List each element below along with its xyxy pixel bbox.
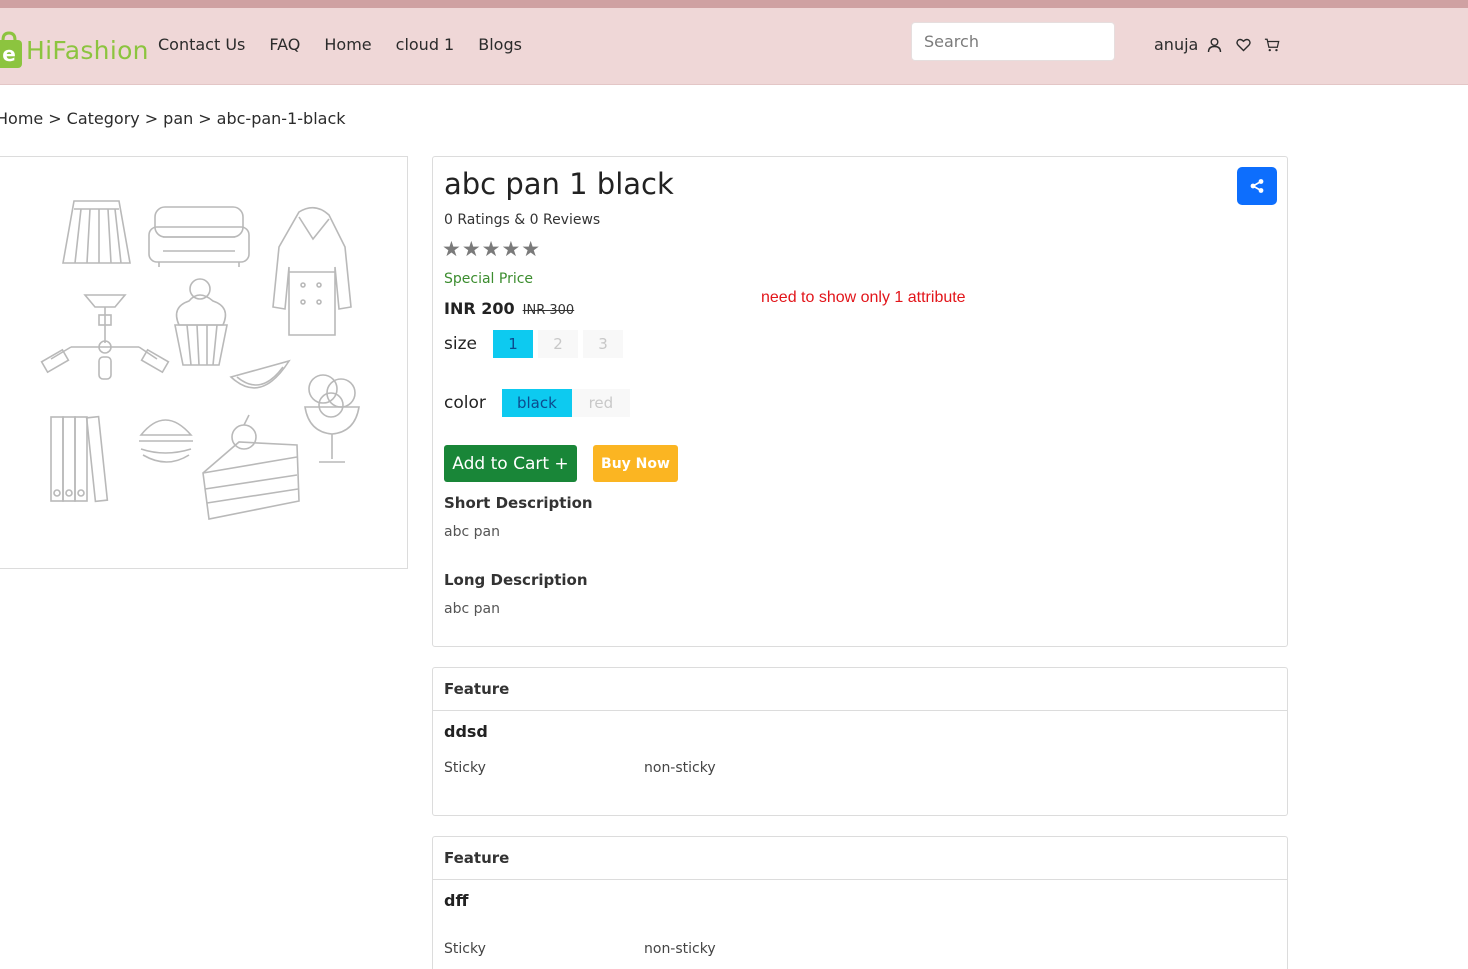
main-nav: Contact Us FAQ Home cloud 1 Blogs — [158, 35, 546, 55]
color-label: color — [444, 393, 486, 413]
price-block: INR 200 INR 300 — [444, 299, 574, 318]
nav-home[interactable]: Home — [324, 35, 371, 55]
breadcrumb-pan[interactable]: pan — [163, 109, 193, 128]
buy-now-button[interactable]: Buy Now — [593, 445, 678, 482]
share-button[interactable] — [1237, 167, 1277, 205]
size-option-2[interactable]: 2 — [537, 330, 578, 358]
size-selector: size 1 2 3 — [444, 330, 623, 358]
nav-blogs[interactable]: Blogs — [478, 35, 522, 55]
original-price: INR 300 — [522, 303, 575, 318]
burger-icon — [139, 419, 193, 463]
feature-title: ddsd — [444, 722, 488, 741]
feature-key: Sticky — [444, 941, 486, 957]
watermelon-icon — [229, 359, 291, 389]
cart-icon[interactable] — [1264, 36, 1280, 54]
star-rating[interactable]: ★★★★★ — [442, 236, 541, 262]
breadcrumb-home[interactable]: Home — [0, 109, 43, 128]
feature-header: Feature — [433, 668, 1287, 711]
brand-name: HiFashion — [26, 35, 149, 65]
size-option-3[interactable]: 3 — [582, 330, 623, 358]
share-icon — [1250, 179, 1264, 193]
cupcake-icon — [174, 278, 228, 366]
size-label: size — [444, 334, 477, 354]
long-description-text: abc pan — [444, 601, 500, 617]
svg-text:e: e — [2, 42, 16, 66]
nav-contact-us[interactable]: Contact Us — [158, 35, 245, 55]
nav-faq[interactable]: FAQ — [269, 35, 300, 55]
cake-slice-icon — [202, 414, 300, 520]
books-icon — [50, 415, 109, 503]
product-title: abc pan 1 black — [444, 167, 674, 201]
long-description-heading: Long Description — [444, 571, 588, 589]
feature-key: Sticky — [444, 760, 486, 776]
navbar: e HiFashion Contact Us FAQ Home cloud 1 … — [0, 8, 1468, 85]
breadcrumb-category[interactable]: Category — [67, 109, 140, 128]
feature-value: non-sticky — [644, 941, 716, 957]
shopping-bag-logo-icon: e — [0, 31, 24, 69]
user-name[interactable]: anuja — [1154, 35, 1198, 54]
nav-cloud-1[interactable]: cloud 1 — [396, 35, 455, 55]
ice-cream-cup-icon — [304, 374, 360, 463]
ratings-summary: 0 Ratings & 0 Reviews — [444, 212, 601, 228]
color-selector: color black red — [444, 389, 630, 417]
sofa-icon — [148, 206, 250, 267]
feature-header: Feature — [433, 837, 1287, 880]
color-option-black[interactable]: black — [501, 389, 572, 417]
feature-title: dff — [444, 891, 469, 910]
feature-card: Feature dff Sticky non-sticky — [432, 836, 1288, 969]
breadcrumb-separator: > — [144, 109, 159, 128]
feature-card: Feature ddsd Sticky non-sticky — [432, 667, 1288, 816]
search-input[interactable] — [911, 22, 1115, 61]
coat-icon — [272, 206, 352, 336]
size-option-1[interactable]: 1 — [492, 330, 533, 358]
breadcrumb-current: abc-pan-1-black — [216, 109, 346, 128]
special-price-label: Special Price — [444, 271, 534, 287]
feature-value: non-sticky — [644, 760, 716, 776]
breadcrumb-separator: > — [198, 109, 212, 128]
product-detail-card: abc pan 1 black 0 Ratings & 0 Reviews ★★… — [432, 156, 1288, 647]
heart-icon[interactable] — [1235, 36, 1251, 54]
color-option-red[interactable]: red — [571, 389, 630, 417]
ceiling-lamp-icon — [40, 294, 170, 380]
user-icon[interactable] — [1206, 36, 1222, 54]
product-image[interactable] — [0, 156, 408, 569]
breadcrumb: Home > Category > pan > abc-pan-1-black — [0, 109, 346, 128]
annotation-note: need to show only 1 attribute — [761, 289, 966, 306]
short-description-text: abc pan — [444, 524, 500, 540]
top-accent-strip — [0, 0, 1468, 8]
current-price: INR 200 — [444, 299, 515, 318]
add-to-cart-button[interactable]: Add to Cart + — [444, 445, 577, 482]
skirt-icon — [62, 200, 131, 264]
brand-logo[interactable]: e HiFashion — [0, 28, 149, 72]
user-area: anuja — [1154, 35, 1293, 54]
breadcrumb-separator: > — [48, 109, 62, 128]
short-description-heading: Short Description — [444, 494, 593, 512]
